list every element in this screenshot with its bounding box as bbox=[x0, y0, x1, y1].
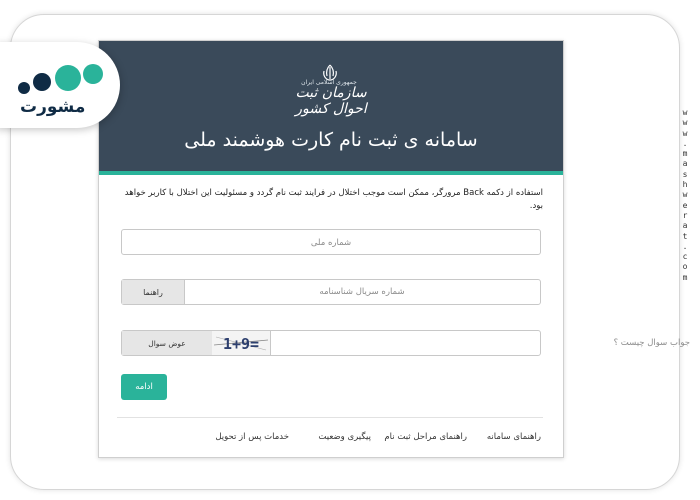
watermark-char: w bbox=[682, 108, 688, 117]
back-button-warning: استفاده از دکمه Back مرورگر، ممکن است مو… bbox=[124, 188, 543, 211]
watermark-char: w bbox=[682, 118, 688, 128]
captcha-image: 1+9= bbox=[212, 331, 271, 355]
logo-dots-icon bbox=[18, 64, 103, 94]
continue-button[interactable]: ادامه bbox=[121, 374, 167, 400]
guide-button[interactable]: راهنما bbox=[122, 280, 185, 304]
change-question-button[interactable]: عوض سوال bbox=[122, 331, 213, 355]
watermark-char: h bbox=[682, 180, 688, 190]
watermark-char: r bbox=[682, 210, 688, 220]
national-id-field bbox=[121, 229, 541, 255]
watermark-char: s bbox=[682, 169, 688, 179]
watermark-char: e bbox=[682, 200, 688, 210]
footer-link-status-tracking[interactable]: پیگیری وضعیت bbox=[318, 432, 371, 442]
national-id-input[interactable] bbox=[122, 231, 540, 255]
watermark-char: o bbox=[682, 262, 688, 272]
logo-badge: مشورت bbox=[0, 42, 120, 128]
footer-links: راهنمای سامانه راهنمای مراحل ثبت نام پیگ… bbox=[99, 432, 563, 446]
footer-divider bbox=[117, 417, 543, 418]
watermark-char: c bbox=[682, 252, 688, 262]
org-name: سازمان ثبت احوال کشور bbox=[295, 85, 367, 117]
footer-link-system-guide[interactable]: راهنمای سامانه bbox=[487, 432, 541, 442]
watermark-char: t bbox=[682, 231, 688, 241]
captcha-answer-input[interactable] bbox=[272, 331, 700, 355]
watermark-char: m bbox=[682, 149, 688, 159]
footer-link-after-delivery[interactable]: خدمات پس از تحویل bbox=[215, 432, 289, 442]
watermark-char: w bbox=[682, 190, 688, 200]
captcha-text: 1+9= bbox=[223, 335, 259, 353]
watermark-char: a bbox=[682, 159, 688, 169]
logo-text: مشورت bbox=[20, 97, 86, 117]
card-header: جمهوری اسلامی ایران سازمان ثبت احوال کشو… bbox=[99, 41, 563, 175]
watermark-char: . bbox=[682, 138, 688, 148]
footer-link-registration-guide[interactable]: راهنمای مراحل ثبت نام bbox=[384, 432, 467, 442]
side-watermark: www.mashwerat.com bbox=[676, 108, 694, 308]
watermark-char: m bbox=[682, 272, 688, 282]
captcha-field: عوض سوال 1+9= bbox=[121, 330, 700, 356]
page-title: سامانه ی ثبت نام کارت هوشمند ملی bbox=[184, 129, 478, 151]
serial-input[interactable] bbox=[184, 280, 540, 304]
login-card: جمهوری اسلامی ایران سازمان ثبت احوال کشو… bbox=[98, 40, 700, 458]
watermark-char: . bbox=[682, 241, 688, 251]
watermark-char: w bbox=[682, 128, 688, 138]
watermark-char: a bbox=[682, 221, 688, 231]
serial-field: راهنما bbox=[121, 279, 541, 305]
